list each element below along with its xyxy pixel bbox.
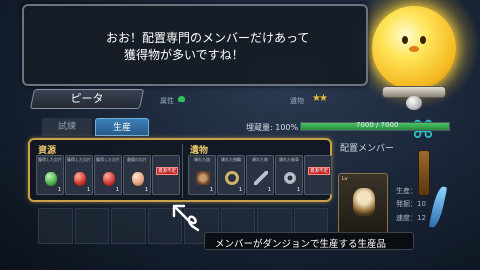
hint-arrow-icon	[172, 204, 200, 232]
member-stat-production: 生産：	[396, 187, 417, 195]
red-gem-icon	[74, 172, 86, 186]
slot-count: 1	[115, 187, 119, 193]
ring-icon	[225, 171, 239, 185]
resource-slot[interactable]: 獲得した欠片 1	[65, 155, 93, 195]
panel-divider	[182, 144, 183, 198]
relic-slot[interactable]: 壊れた歯車 1	[275, 155, 303, 195]
slot-count: 1	[267, 187, 271, 193]
slot-count: 1	[296, 187, 300, 193]
dialog-box[interactable]: おお！配置専門のメンバーだけあって 獲得物が多いですね！	[22, 4, 368, 86]
slot-count: 1	[144, 187, 148, 193]
slot-label: 最優の欠片	[127, 157, 147, 162]
member-section-label: 配置メンバー	[340, 144, 395, 154]
bell-clapper	[406, 96, 422, 110]
slot-label: 壊れた指輪	[221, 157, 241, 162]
bell-face	[392, 30, 436, 56]
storage-value: 7000 / 7000	[356, 121, 399, 129]
hint-box: メンバーがダンジョンで生産する生産品	[204, 232, 414, 250]
relic-label: 遺物	[290, 97, 304, 105]
relic-slot-lacking[interactable]: 資源不足	[304, 155, 332, 195]
tab-production[interactable]: 生産	[95, 118, 149, 136]
bell-mascot-icon[interactable]	[372, 6, 456, 90]
slot-label: 壊れた鎧	[194, 157, 210, 162]
dialog-line-2: 獲得物が多いですね！	[124, 48, 244, 62]
attribute-label: 属性	[160, 97, 174, 105]
member-card[interactable]: Lv	[338, 173, 388, 235]
resource-slot[interactable]: 獲得した欠片 1	[94, 155, 122, 195]
slot-count: 1	[238, 187, 242, 193]
production-panel: 資源 遺物 獲得した欠片 1 獲得した欠片 1 獲得した欠片 1 最優の欠片 1…	[28, 138, 332, 202]
tab-trial[interactable]: 試練	[42, 118, 92, 136]
slot-count: 1	[57, 187, 61, 193]
lack-tag: 資源不足	[308, 167, 330, 175]
character-name: ピータ	[70, 92, 104, 105]
tassel-ornament	[418, 150, 430, 196]
slot-label: 獲得した欠片	[38, 157, 62, 162]
gear-icon	[283, 171, 297, 185]
resource-slot-lacking[interactable]: 資源不足	[152, 155, 180, 195]
member-stat-speed: 速度：12	[396, 214, 426, 222]
slot-label: 壊れた歯車	[279, 157, 299, 162]
bell-eye-left	[402, 36, 408, 44]
sword-icon	[254, 171, 268, 185]
slot-label: 獲得した欠片	[67, 157, 91, 162]
peach-gem-icon	[132, 172, 144, 186]
bell-eye-right	[420, 36, 426, 44]
bell-beak	[409, 46, 419, 52]
dialog-line-1: おお！配置専門のメンバーだけあって	[106, 31, 310, 45]
empty-slot	[38, 208, 73, 244]
relic-slot[interactable]: 壊れた鎧 1	[188, 155, 216, 195]
member-portrait-icon	[353, 188, 375, 216]
dialog-text: おお！配置専門のメンバーだけあって 獲得物が多いですね！	[106, 30, 346, 64]
armor-icon	[196, 171, 210, 185]
lack-tag: 資源不足	[156, 167, 178, 175]
member-level: Lv	[342, 176, 348, 182]
slot-count: 1	[209, 187, 213, 193]
relic-slot[interactable]: 壊れた指輪 1	[217, 155, 245, 195]
empty-slot	[111, 208, 146, 244]
attribute-icon	[178, 96, 185, 102]
hint-text: メンバーがダンジョンで生産する生産品	[215, 239, 387, 250]
relic-slot[interactable]: 壊れた剣 1	[246, 155, 274, 195]
slot-count: 1	[86, 187, 90, 193]
slot-label: 獲得した欠片	[96, 157, 120, 162]
slot-label: 壊れた剣	[252, 157, 268, 162]
relic-stars-icon: ★★	[312, 93, 328, 104]
green-gem-icon	[45, 172, 57, 186]
empty-slot	[74, 208, 109, 244]
resource-slot[interactable]: 獲得した欠片 1	[36, 155, 64, 195]
red-gem-icon	[103, 172, 115, 186]
resource-slot[interactable]: 最優の欠片 1	[123, 155, 151, 195]
storage-label: 埋蔵量: 100%	[246, 123, 299, 132]
character-name-tab: ピータ	[29, 89, 145, 109]
member-stat-dig: 発掘：10	[396, 200, 426, 208]
